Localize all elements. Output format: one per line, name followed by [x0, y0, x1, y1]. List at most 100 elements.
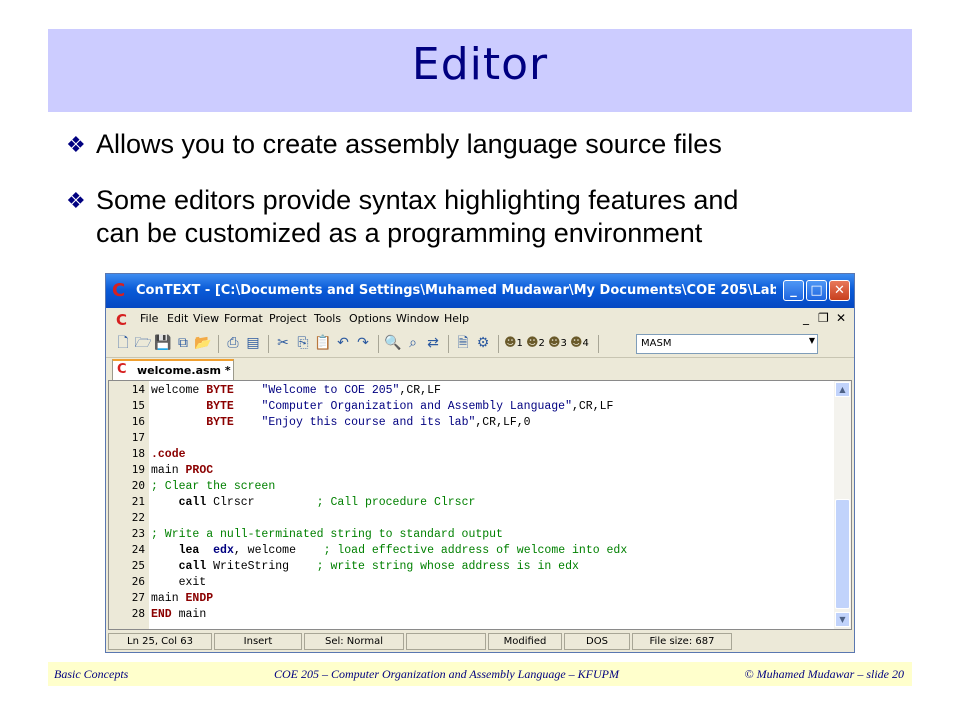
- bullet-1: ❖ Allows you to create assembly language…: [66, 128, 866, 161]
- settings-icon[interactable]: ⚙: [474, 334, 492, 352]
- title-band: Editor: [48, 29, 912, 112]
- toolbar-separator: [598, 335, 599, 353]
- tab-welcome-asm[interactable]: C welcome.asm *: [112, 359, 234, 380]
- undo-icon[interactable]: ↶: [334, 334, 352, 352]
- status-blank: [406, 633, 486, 650]
- find-icon[interactable]: 🔍: [384, 334, 402, 352]
- menu-options[interactable]: Options: [349, 312, 391, 325]
- user-command-1-button[interactable]: ☻1: [504, 335, 523, 349]
- code-line[interactable]: BYTE "Computer Organization and Assembly…: [151, 399, 613, 415]
- menu-window[interactable]: Window: [396, 312, 439, 325]
- menu-file[interactable]: File: [140, 312, 158, 325]
- toolbar-separator: [378, 335, 379, 353]
- redo-icon[interactable]: ↷: [354, 334, 372, 352]
- mdi-close-button[interactable]: ✕: [836, 311, 846, 325]
- status-selection: Sel: Normal: [304, 633, 404, 650]
- print-icon[interactable]: ⎙: [224, 334, 242, 352]
- paste-icon[interactable]: 📋: [314, 334, 332, 352]
- bullet-2-line-2: can be customized as a programming envir…: [96, 218, 703, 248]
- context-logo-icon[interactable]: C: [112, 282, 130, 300]
- scroll-down-icon[interactable]: ▼: [835, 612, 850, 627]
- menu-tools[interactable]: Tools: [314, 312, 341, 325]
- code-line[interactable]: call WriteString ; write string whose ad…: [151, 559, 579, 575]
- user-command-2-button[interactable]: ☻2: [526, 335, 545, 349]
- code-token: ,CR,LF: [399, 384, 441, 397]
- code-line[interactable]: END main: [151, 607, 206, 623]
- document-logo-icon[interactable]: C: [116, 311, 127, 329]
- code-token: edx: [213, 544, 234, 557]
- line-number-gutter: 14 15 16 17 18 19 20 21 22 23 24 25 26 27 28: [109, 381, 149, 629]
- code-line[interactable]: main PROC: [151, 463, 213, 479]
- open-file-icon[interactable]: 🗁: [134, 334, 152, 352]
- toolbar-separator: [448, 335, 449, 353]
- footer-right: © Muhamed Mudawar – slide 20: [744, 667, 904, 681]
- code-token: welcome: [151, 384, 207, 397]
- toolbar-separator: [268, 335, 269, 353]
- footer-center: COE 205 – Computer Organization and Asse…: [274, 667, 619, 681]
- menu-view[interactable]: View: [193, 312, 219, 325]
- minimize-button[interactable]: _: [783, 280, 804, 301]
- code-token: .code: [151, 448, 186, 461]
- print-preview-icon[interactable]: ▤: [244, 334, 262, 352]
- diamond-bullet-icon: ❖: [66, 188, 86, 213]
- code-line[interactable]: .code: [151, 447, 186, 463]
- code-line[interactable]: call Clrscr ; Call procedure Clrscr: [151, 495, 476, 511]
- find-next-icon[interactable]: ⌕: [404, 334, 422, 352]
- document-icon[interactable]: 🗎: [454, 334, 472, 352]
- menu-project[interactable]: Project: [269, 312, 307, 325]
- open-folder-icon[interactable]: 📂: [194, 334, 212, 352]
- line-number: 20: [131, 479, 145, 492]
- code-editor[interactable]: 14 15 16 17 18 19 20 21 22 23 24 25 26 27 28 welcome B…: [108, 380, 852, 630]
- code-token: ,CR,LF,0: [475, 416, 531, 429]
- new-file-icon[interactable]: 🗋: [114, 334, 132, 352]
- save-icon[interactable]: 💾: [154, 334, 172, 352]
- toolbar: 🗋 🗁 💾 ⧉ 📂 ⎙ ▤ ✂ ⎘ 📋 ↶ ↷ 🔍 ⌕ ⇄ 🗎 ⚙ ☻1 ☻2 …: [106, 330, 854, 358]
- code-token: , welcome: [233, 544, 324, 557]
- vertical-scrollbar[interactable]: ▲ ▼: [834, 381, 851, 629]
- menu-help[interactable]: Help: [444, 312, 469, 325]
- scroll-thumb[interactable]: [835, 499, 850, 609]
- mdi-restore-button[interactable]: ❐: [818, 311, 829, 325]
- mdi-minimize-button[interactable]: _: [803, 311, 809, 325]
- cut-icon[interactable]: ✂: [274, 334, 292, 352]
- code-token: main: [151, 592, 186, 605]
- code-line[interactable]: main ENDP: [151, 591, 213, 607]
- replace-icon[interactable]: ⇄: [424, 334, 442, 352]
- menu-edit[interactable]: Edit: [167, 312, 188, 325]
- tab-strip: C welcome.asm *: [106, 358, 854, 380]
- copy-icon[interactable]: ⎘: [294, 334, 312, 352]
- code-line[interactable]: lea edx, welcome ; load effective addres…: [151, 543, 628, 559]
- code-token: BYTE: [206, 400, 234, 413]
- line-number: 14: [131, 383, 145, 396]
- window-titlebar[interactable]: C ConTEXT - [C:\Documents and Settings\M…: [106, 274, 854, 308]
- line-number: 21: [131, 495, 145, 508]
- context-editor-window: C ConTEXT - [C:\Documents and Settings\M…: [105, 273, 855, 653]
- highlighter-select[interactable]: MASM ▼: [636, 334, 818, 354]
- code-token: "Welcome to COE 205": [261, 384, 400, 397]
- menu-format[interactable]: Format: [224, 312, 263, 325]
- code-token: exit: [151, 576, 207, 589]
- close-button[interactable]: ✕: [829, 280, 850, 301]
- code-line[interactable]: exit: [151, 575, 207, 591]
- user-command-4-button[interactable]: ☻4: [570, 335, 589, 349]
- toolbar-separator: [498, 335, 499, 353]
- scroll-up-icon[interactable]: ▲: [835, 382, 850, 397]
- code-line[interactable]: BYTE "Enjoy this course and its lab",CR,…: [151, 415, 531, 431]
- code-token: ; write string whose address is in edx: [316, 560, 579, 573]
- status-bar: Ln 25, Col 63 Insert Sel: Normal Modifie…: [106, 631, 854, 652]
- bullet-2: ❖ Some editors provide syntax highlighti…: [66, 184, 866, 250]
- dropdown-arrow-icon[interactable]: ▼: [809, 336, 815, 345]
- maximize-button[interactable]: □: [806, 280, 827, 301]
- code-line[interactable]: welcome BYTE "Welcome to COE 205",CR,LF: [151, 383, 441, 399]
- code-line[interactable]: ; Write a null-terminated string to stan…: [151, 527, 503, 543]
- user-command-3-button[interactable]: ☻3: [548, 335, 567, 349]
- save-all-icon[interactable]: ⧉: [174, 334, 192, 352]
- code-token: ; Clear the screen: [151, 480, 276, 493]
- line-number: 24: [131, 543, 145, 556]
- code-line[interactable]: ; Clear the screen: [151, 479, 275, 495]
- line-number: 17: [131, 431, 145, 444]
